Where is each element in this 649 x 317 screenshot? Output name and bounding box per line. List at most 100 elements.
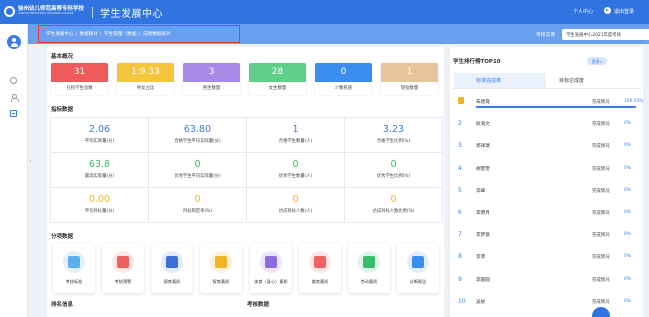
ranking-row[interactable]: 5 李峰 完成情况 0% — [452, 184, 641, 199]
alarm-icon — [112, 251, 134, 273]
ranking-title: 学生排行榜TOP10 — [453, 59, 501, 65]
top-header: 徐州幼儿师范高等专科学校 XUZHOU PRESCHOOL TEACHERS C… — [0, 0, 649, 24]
arrow-right-icon[interactable] — [604, 7, 611, 14]
category-glyph — [363, 256, 375, 268]
personal-center-link[interactable]: 个人中心 — [573, 8, 593, 15]
indicator-cell: 2.06 平均实际量(分) — [51, 118, 149, 153]
more-button[interactable]: 更多» — [587, 57, 607, 65]
ranking-status-label: 完成情况 — [592, 122, 610, 128]
ranking-row[interactable]: 4 胡雯雯 完成情况 0% — [452, 162, 641, 177]
category-tile[interactable]: 考核标准 — [53, 243, 95, 293]
ranking-row[interactable]: 9 李圆圆 完成情况 0% — [452, 273, 641, 288]
ranking-row[interactable]: 7 李梦歌 完成情况 0% — [452, 228, 641, 243]
category-glyph — [412, 256, 424, 268]
assessment-select[interactable]: 学生发展中心2021年度考核 ▾ — [562, 29, 649, 40]
category-label: 德育素质 — [163, 279, 181, 284]
user-avatar-icon[interactable] — [7, 35, 21, 49]
category-glyph — [68, 256, 80, 268]
indicator-cell: 0 达成目标人数比例(%) — [345, 188, 443, 223]
school-name: 徐州幼儿师范高等专科学校 — [18, 6, 85, 12]
clock-icon[interactable] — [10, 77, 17, 84]
overview-card-value: 3 — [183, 63, 240, 82]
chart-icon — [63, 251, 85, 273]
indicator-value: 0 — [390, 194, 397, 205]
ranking-row[interactable]: 朱建霞 完成情况 100.33% — [452, 95, 644, 110]
ranking-row[interactable]: 8 李萍 完成情况 0% — [452, 250, 641, 265]
ranking-student-name: 胡雯雯 — [476, 166, 490, 172]
category-tile[interactable]: 智育素质 — [200, 243, 242, 293]
ranking-row[interactable]: 3 郭祥瑞 完成情况 0% — [452, 139, 641, 154]
overview-card[interactable]: 1:9.33 男女占比 — [117, 63, 174, 95]
tab-goal-achievement[interactable]: 目标达成度 — [559, 77, 584, 84]
category-tile[interactable]: 美育素质 — [299, 243, 341, 293]
tab-standard-completion[interactable]: 标准完成率 — [476, 77, 501, 84]
ranking-row[interactable]: 6 李明月 完成情况 0% — [452, 206, 641, 221]
indicator-value: 63.80 — [183, 124, 212, 135]
category-tile[interactable]: 考核预警 — [102, 243, 144, 293]
ranking-number: 5 — [458, 186, 462, 194]
categories-title: 分项数据 — [51, 234, 74, 240]
indicator-label: 平均目标量(分) — [84, 209, 115, 214]
school-logo-icon — [4, 6, 15, 17]
assessment-selected-value: 学生发展中心2021年度考核 — [566, 33, 622, 38]
category-tile[interactable]: 劳动素质 — [348, 243, 390, 293]
ranking-number: 8 — [458, 253, 462, 261]
indicator-label: 合格学生平均实际量(分) — [174, 139, 221, 144]
ranking-tabs: 标准完成率 目标达成度 — [452, 73, 641, 89]
category-label: 智育素质 — [212, 279, 230, 284]
ranking-percent: 0% — [624, 143, 631, 149]
category-tile[interactable]: 体育（身心）素质 — [250, 243, 292, 293]
ranking-status-label: 完成情况 — [592, 166, 610, 172]
ranking-status-label: 完成情况 — [592, 255, 610, 261]
ranking-percent: 0% — [624, 298, 631, 304]
category-label: 美育素质 — [311, 279, 329, 284]
overview-card[interactable]: 0 少数民族 — [315, 63, 372, 95]
overview-card-value: 0 — [315, 63, 372, 82]
ranking-row[interactable]: 10 吴蚊 完成情况 0% — [452, 295, 641, 310]
logout-link[interactable]: 退出登录 — [614, 8, 634, 15]
indicator-value: 0 — [390, 159, 397, 170]
overview-card-label: 現役数量 — [400, 86, 419, 91]
category-tile[interactable]: 诊断报告 — [397, 243, 439, 293]
ranking-row[interactable]: 2 耿海文 完成情况 0% — [452, 117, 641, 132]
indicator-cell: 0 优秀学生平均实际量(分) — [149, 153, 247, 188]
header-divider — [92, 7, 93, 18]
indicators-title: 指标数据 — [51, 107, 74, 113]
overview-card[interactable]: 3 男生数量 — [183, 63, 240, 95]
indicator-label: 优秀学生平均实际量(分) — [174, 174, 221, 179]
ranking-status-label: 完成情况 — [592, 188, 610, 194]
ranking-student-name: 李明月 — [476, 211, 490, 216]
user-icon[interactable] — [10, 94, 19, 102]
overview-card[interactable]: 28 女生数量 — [249, 63, 306, 95]
app-title: 学生发展中心 — [100, 9, 163, 20]
overview-card-value: 1 — [381, 63, 438, 82]
overview-card-label: 少数民族 — [334, 86, 353, 91]
overview-card[interactable]: 1 現役数量 — [381, 63, 438, 95]
ranking-student-name: 吴蚊 — [476, 299, 486, 305]
category-glyph — [117, 256, 129, 268]
indicator-value: 63.8 — [88, 159, 111, 170]
ranking-student-name: 朱建霞 — [476, 100, 490, 105]
overview-card-label: 在校学生总数 — [66, 86, 93, 91]
category-glyph — [215, 256, 227, 268]
overview-card-label: 男女占比 — [136, 86, 155, 91]
assessment-label: 考核实例 — [536, 33, 556, 38]
ranking-percent: 0% — [624, 254, 631, 260]
overview-card[interactable]: 31 在校学生总数 — [51, 63, 108, 95]
indicator-cell: 1 合格学生数量(人) — [247, 118, 345, 153]
ranking-status-label: 完成情况 — [592, 277, 610, 283]
assessment-data-title: 考核数据 — [247, 302, 270, 308]
indicator-cell: 63.80 合格学生平均实际量(分) — [149, 118, 247, 153]
sidebar-toggle-icon[interactable]: › — [29, 158, 31, 165]
indicator-label: 达成目标人数比例(%) — [372, 209, 415, 214]
ranking-number: 9 — [458, 275, 462, 283]
ranking-number: 7 — [458, 231, 462, 239]
report-icon — [407, 251, 429, 273]
ranking-percent: 0% — [624, 276, 631, 282]
breadcrumb[interactable]: 学生发展中心 〉数据统计 〉学生管理（数据）〉成绩数据统计 — [46, 31, 171, 37]
category-tile[interactable]: 德育素质 — [151, 243, 193, 293]
graduate-icon — [161, 251, 183, 273]
document-icon[interactable] — [10, 110, 17, 117]
card-icon — [260, 251, 282, 273]
overview-card-label: 男生数量 — [202, 86, 221, 91]
